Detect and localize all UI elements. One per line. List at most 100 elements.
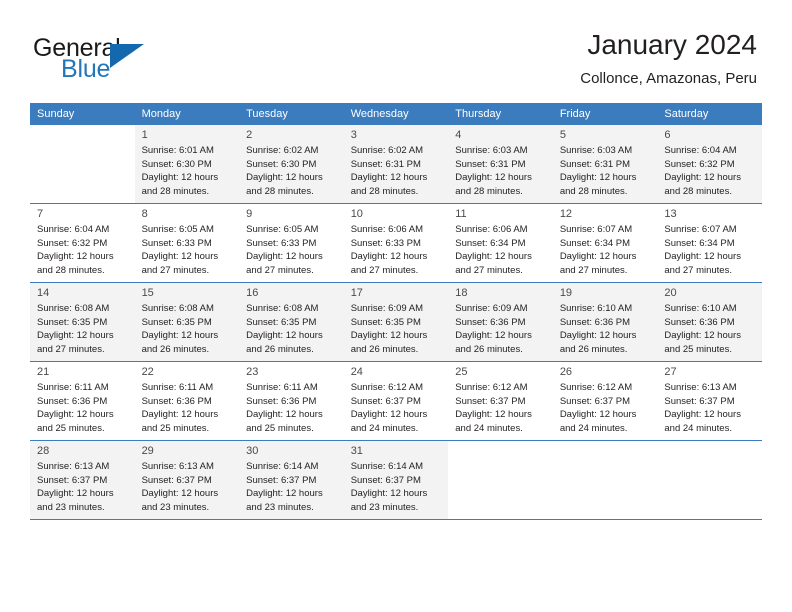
- calendar-day-cell[interactable]: 10 Sunrise: 6:06 AM Sunset: 6:33 PM Dayligh…: [343, 204, 449, 282]
- sunrise-text: Sunrise: 6:05 AM: [246, 224, 319, 235]
- daylight-text-line2: and 28 minutes.: [37, 264, 105, 276]
- day-number: 2: [246, 129, 253, 141]
- day-cell-inner: 15 Sunrise: 6:08 AM Sunset: 6:35 PM Dayligh…: [134, 283, 240, 361]
- sunrise-text: Sunrise: 6:11 AM: [246, 382, 318, 393]
- page-header: General Blue January 2024 Collonce, Amaz…: [0, 0, 792, 103]
- calendar-day-cell[interactable]: 9 Sunrise: 6:05 AM Sunset: 6:33 PM Daylight…: [239, 204, 344, 282]
- weekday-header-friday: Friday: [552, 103, 658, 125]
- weekday-header-thursday: Thursday: [448, 103, 553, 125]
- sunrise-text: Sunrise: 6:02 AM: [350, 145, 424, 156]
- day-number: 6: [664, 129, 671, 141]
- calendar-day-cell[interactable]: 15 Sunrise: 6:08 AM Sunset: 6:35 PM Dayligh…: [134, 283, 240, 361]
- sunrise-text: Sunrise: 6:01 AM: [141, 145, 214, 156]
- calendar-day-cell[interactable]: 5 Sunrise: 6:03 AM Sunset: 6:31 PM Daylight…: [552, 125, 658, 203]
- sunrise-text: Sunrise: 6:09 AM: [350, 303, 424, 314]
- triangle-icon: [110, 44, 144, 68]
- calendar-day-cell-empty: [448, 441, 553, 519]
- day-number: 25: [455, 366, 468, 378]
- daylight-text-line1: Daylight: 12 hours: [37, 251, 114, 263]
- calendar-day-cell[interactable]: 11 Sunrise: 6:06 AM Sunset: 6:34 PM Dayligh…: [448, 204, 553, 282]
- daylight-text-line2: and 27 minutes.: [350, 264, 419, 276]
- calendar-day-cell[interactable]: 21 Sunrise: 6:11 AM Sunset: 6:36 PM Dayligh…: [30, 362, 135, 440]
- calendar-day-cell[interactable]: 25 Sunrise: 6:12 AM Sunset: 6:37 PM Dayligh…: [448, 362, 553, 440]
- sunset-text: Sunset: 6:35 PM: [37, 316, 108, 328]
- calendar-day-cell[interactable]: 7 Sunrise: 6:04 AM Sunset: 6:32 PM Daylight…: [30, 204, 135, 282]
- calendar-day-cell[interactable]: 8 Sunrise: 6:05 AM Sunset: 6:33 PM Daylight…: [134, 204, 240, 282]
- sunrise-text: Sunrise: 6:05 AM: [141, 224, 214, 235]
- day-cell-inner: 9 Sunrise: 6:05 AM Sunset: 6:33 PM Daylight…: [239, 204, 344, 282]
- weekday-header-monday: Monday: [134, 103, 240, 125]
- calendar-day-cell[interactable]: 16 Sunrise: 6:08 AM Sunset: 6:35 PM Dayligh…: [239, 283, 344, 361]
- general-blue-logo[interactable]: General Blue: [33, 34, 213, 86]
- sunset-text: Sunset: 6:31 PM: [455, 158, 526, 170]
- sunset-text: Sunset: 6:37 PM: [559, 395, 631, 407]
- calendar-day-cell[interactable]: 19 Sunrise: 6:10 AM Sunset: 6:36 PM Dayligh…: [552, 283, 658, 361]
- calendar-day-cell[interactable]: 14 Sunrise: 6:08 AM Sunset: 6:35 PM Dayligh…: [30, 283, 135, 361]
- calendar-day-cell[interactable]: 31 Sunrise: 6:14 AM Sunset: 6:37 PM Dayligh…: [343, 441, 449, 519]
- calendar-day-cell[interactable]: 4 Sunrise: 6:03 AM Sunset: 6:31 PM Daylight…: [448, 125, 553, 203]
- calendar-grid: Sunday Monday Tuesday Wednesday Thursday…: [30, 103, 762, 520]
- day-sun-info: Sunrise: 6:11 AM Sunset: 6:36 PM Daylight:…: [142, 381, 235, 435]
- calendar-day-cell[interactable]: 29 Sunrise: 6:13 AM Sunset: 6:37 PM Dayligh…: [134, 441, 240, 519]
- calendar-day-cell-empty: [30, 125, 135, 203]
- sunrise-text: Sunrise: 6:13 AM: [37, 461, 110, 472]
- calendar-day-cell[interactable]: 13 Sunrise: 6:07 AM Sunset: 6:34 PM Dayligh…: [657, 204, 762, 282]
- calendar-week-row: 7 Sunrise: 6:04 AM Sunset: 6:32 PM Daylight…: [30, 204, 762, 282]
- daylight-text-line1: Daylight: 12 hours: [246, 172, 323, 184]
- day-cell-inner: 7 Sunrise: 6:04 AM Sunset: 6:32 PM Daylight…: [30, 204, 135, 282]
- weekday-header-saturday: Saturday: [657, 103, 762, 125]
- sunset-text: Sunset: 6:35 PM: [246, 316, 317, 328]
- calendar-day-cell[interactable]: 17 Sunrise: 6:09 AM Sunset: 6:35 PM Dayligh…: [343, 283, 449, 361]
- calendar-day-cell[interactable]: 12 Sunrise: 6:07 AM Sunset: 6:34 PM Dayligh…: [552, 204, 658, 282]
- title-block: January 2024 Collonce, Amazonas, Peru: [580, 28, 757, 90]
- day-sun-info: Sunrise: 6:04 AM Sunset: 6:32 PM Daylight:…: [37, 223, 130, 277]
- calendar-day-cell[interactable]: 6 Sunrise: 6:04 AM Sunset: 6:32 PM Daylight…: [657, 125, 762, 203]
- daylight-text-line2: and 24 minutes.: [559, 422, 628, 434]
- sunrise-text: Sunrise: 6:04 AM: [37, 224, 110, 235]
- sunrise-text: Sunrise: 6:07 AM: [559, 224, 633, 235]
- calendar-day-cell[interactable]: 23 Sunrise: 6:11 AM Sunset: 6:36 PM Dayligh…: [239, 362, 344, 440]
- daylight-text-line2: and 28 minutes.: [455, 185, 523, 197]
- calendar-day-cell[interactable]: 2 Sunrise: 6:02 AM Sunset: 6:30 PM Daylight…: [239, 125, 344, 203]
- day-sun-info: Sunrise: 6:11 AM Sunset: 6:36 PM Daylight:…: [37, 381, 130, 435]
- calendar-day-cell[interactable]: 20 Sunrise: 6:10 AM Sunset: 6:36 PM Dayligh…: [657, 283, 762, 361]
- calendar-day-cell[interactable]: 28 Sunrise: 6:13 AM Sunset: 6:37 PM Dayligh…: [30, 441, 135, 519]
- day-number: 16: [246, 287, 259, 299]
- daylight-text-line2: and 26 minutes.: [246, 343, 314, 355]
- daylight-text-line1: Daylight: 12 hours: [350, 488, 428, 500]
- day-sun-info: Sunrise: 6:14 AM Sunset: 6:37 PM Daylight:…: [246, 460, 339, 514]
- sunset-text: Sunset: 6:34 PM: [455, 237, 526, 249]
- daylight-text-line2: and 23 minutes.: [246, 501, 314, 513]
- sunset-text: Sunset: 6:37 PM: [141, 474, 212, 486]
- daylight-text-line2: and 26 minutes.: [350, 343, 419, 355]
- day-cell-inner: 11 Sunrise: 6:06 AM Sunset: 6:34 PM Dayligh…: [448, 204, 553, 282]
- daylight-text-line2: and 26 minutes.: [559, 343, 628, 355]
- sunset-text: Sunset: 6:33 PM: [141, 237, 212, 249]
- calendar-day-cell[interactable]: 27 Sunrise: 6:13 AM Sunset: 6:37 PM Dayligh…: [657, 362, 762, 440]
- daylight-text-line1: Daylight: 12 hours: [559, 330, 637, 342]
- day-cell-inner: 3 Sunrise: 6:02 AM Sunset: 6:31 PM Daylight…: [343, 125, 449, 203]
- calendar-day-cell[interactable]: 26 Sunrise: 6:12 AM Sunset: 6:37 PM Dayligh…: [552, 362, 658, 440]
- calendar-day-cell[interactable]: 30 Sunrise: 6:14 AM Sunset: 6:37 PM Dayligh…: [239, 441, 344, 519]
- day-sun-info: Sunrise: 6:07 AM Sunset: 6:34 PM Daylight:…: [664, 223, 757, 277]
- calendar-day-cell-empty: [657, 441, 762, 519]
- sunset-text: Sunset: 6:36 PM: [246, 395, 317, 407]
- calendar-day-cell[interactable]: 24 Sunrise: 6:12 AM Sunset: 6:37 PM Dayligh…: [343, 362, 449, 440]
- daylight-text-line1: Daylight: 12 hours: [559, 251, 637, 263]
- day-cell-inner: 25 Sunrise: 6:12 AM Sunset: 6:37 PM Dayligh…: [448, 362, 553, 440]
- daylight-text-line1: Daylight: 12 hours: [141, 488, 219, 500]
- calendar-day-cell[interactable]: 3 Sunrise: 6:02 AM Sunset: 6:31 PM Daylight…: [343, 125, 449, 203]
- calendar-day-cell[interactable]: 1 Sunrise: 6:01 AM Sunset: 6:30 PM Daylight…: [134, 125, 240, 203]
- calendar-day-cell[interactable]: 22 Sunrise: 6:11 AM Sunset: 6:36 PM Dayligh…: [134, 362, 240, 440]
- sunrise-text: Sunrise: 6:08 AM: [246, 303, 319, 314]
- weekday-header-wednesday: Wednesday: [343, 103, 449, 125]
- daylight-text-line1: Daylight: 12 hours: [37, 409, 114, 421]
- daylight-text-line2: and 28 minutes.: [664, 185, 732, 197]
- sunrise-text: Sunrise: 6:04 AM: [664, 145, 737, 156]
- daylight-text-line2: and 27 minutes.: [141, 264, 210, 276]
- sunrise-text: Sunrise: 6:06 AM: [350, 224, 424, 235]
- calendar-day-cell[interactable]: 18 Sunrise: 6:09 AM Sunset: 6:36 PM Dayligh…: [448, 283, 553, 361]
- day-sun-info: Sunrise: 6:01 AM Sunset: 6:30 PM Daylight:…: [142, 144, 235, 198]
- daylight-text-line1: Daylight: 12 hours: [664, 409, 741, 421]
- daylight-text-line1: Daylight: 12 hours: [246, 409, 323, 421]
